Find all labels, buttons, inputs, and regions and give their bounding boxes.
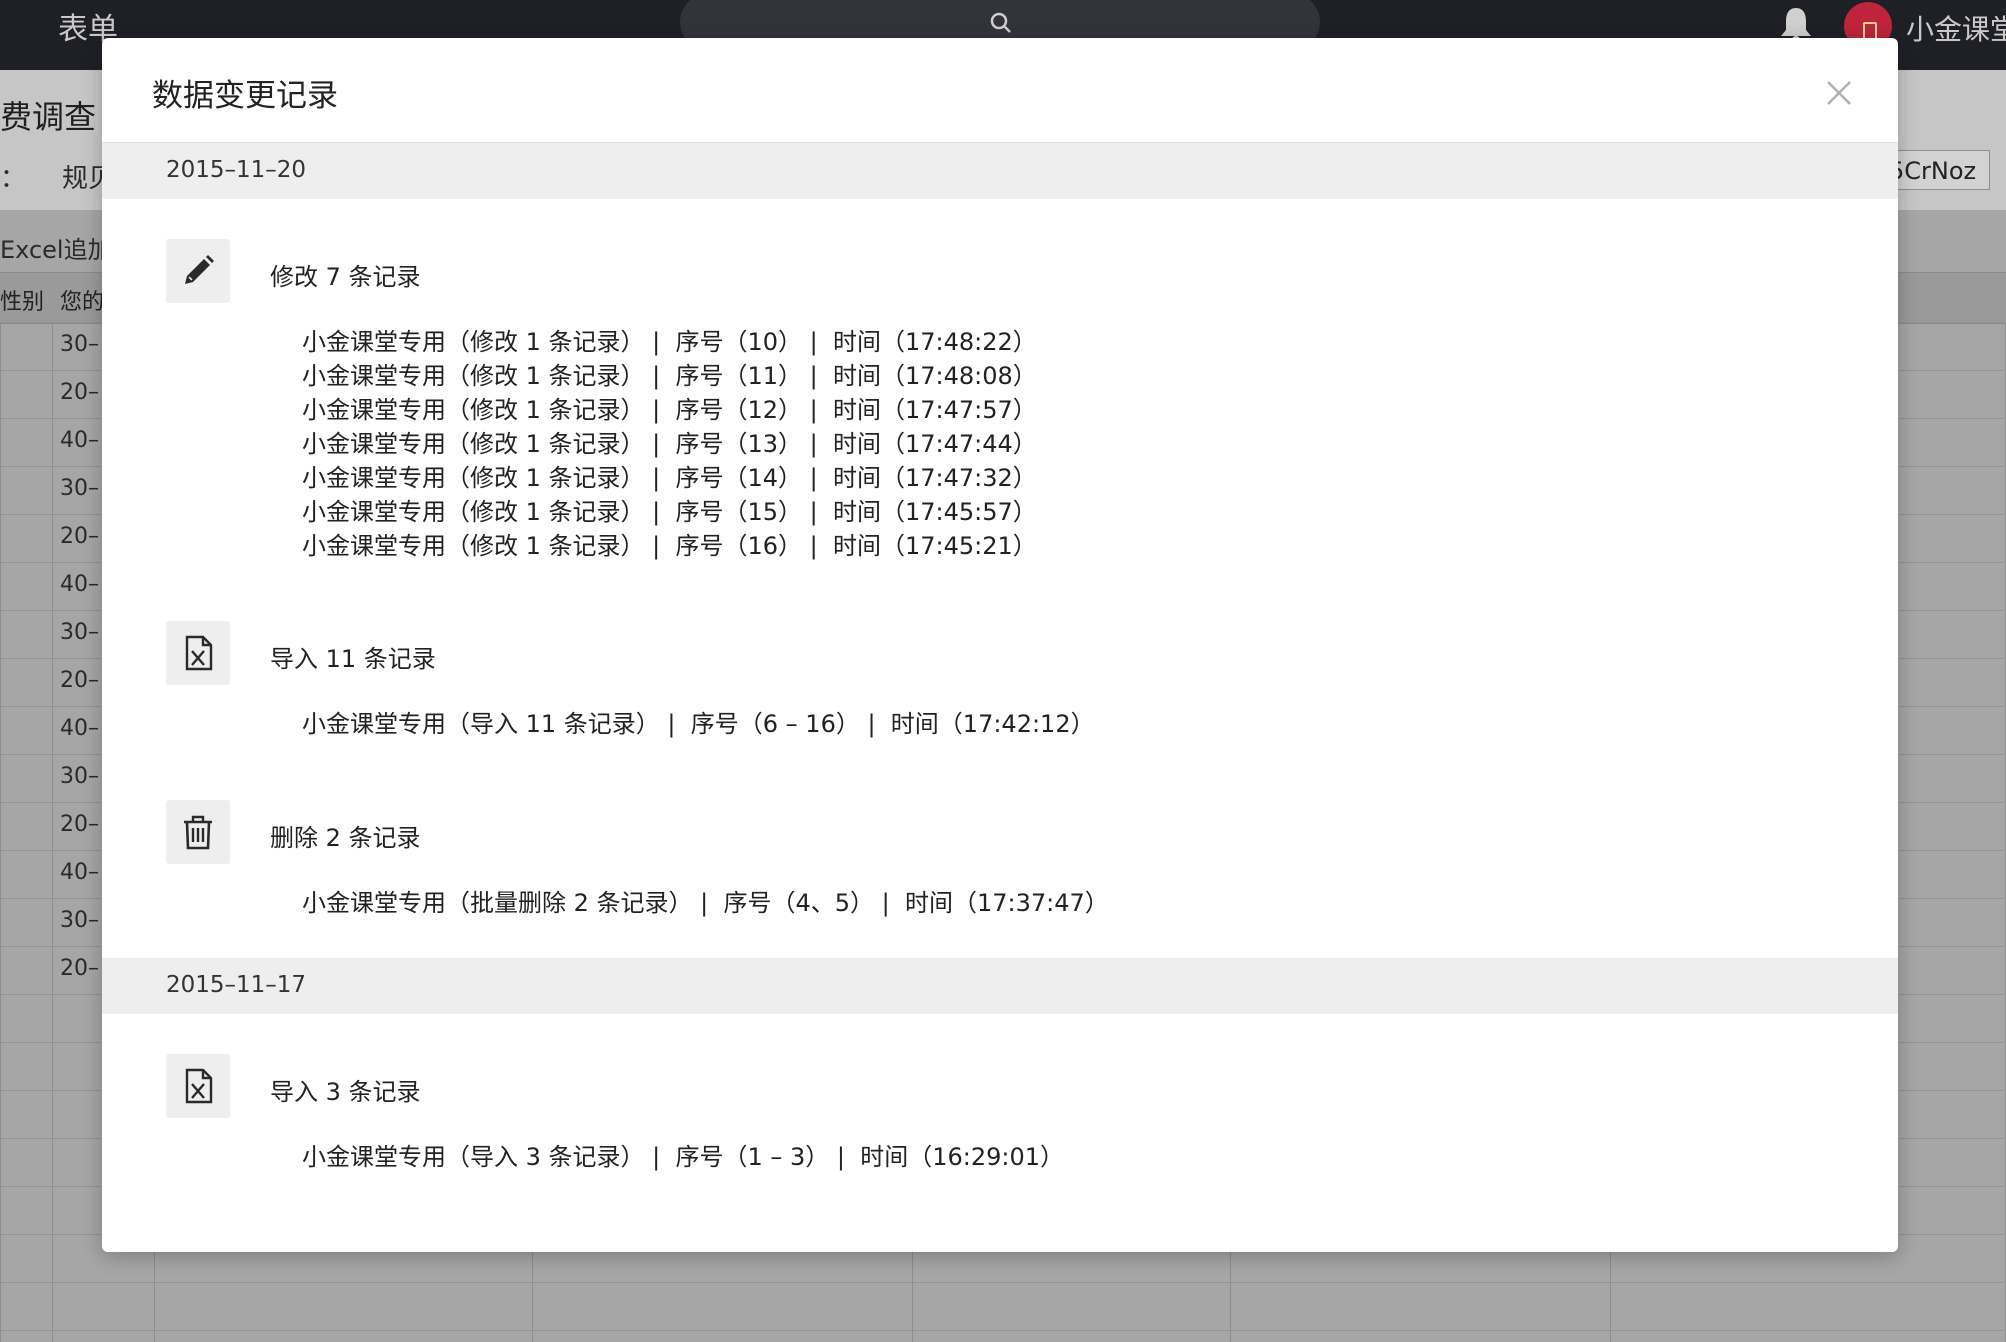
- modal-title: 数据变更记录: [152, 78, 338, 114]
- table-cell[interactable]: 40–: [60, 860, 99, 885]
- date-divider: 2015–11–17: [102, 958, 1898, 1014]
- change-record-list: 小金课堂专用（修改 1 条记录） | 序号（10） | 时间（17:48:22）…: [302, 325, 1037, 563]
- table-cell[interactable]: 20–: [60, 524, 99, 549]
- close-icon[interactable]: [1824, 78, 1854, 108]
- grid-column-line: [52, 322, 53, 1342]
- table-cell[interactable]: 30–: [60, 764, 99, 789]
- table-cell[interactable]: 40–: [60, 572, 99, 597]
- table-cell[interactable]: 40–: [60, 428, 99, 453]
- excel-file-icon: [185, 635, 213, 671]
- data-change-log-modal: 数据变更记录 2015–11–20 修改 7 条记录 小金课堂专用（修改 1 条…: [102, 38, 1898, 1252]
- table-cell[interactable]: 20–: [60, 956, 99, 981]
- edit-type-badge: [166, 239, 230, 303]
- change-record-row: 小金课堂专用（修改 1 条记录） | 序号（10） | 时间（17:48:22）: [302, 328, 1037, 356]
- change-record-row: 小金课堂专用（修改 1 条记录） | 序号（15） | 时间（17:45:57）: [302, 498, 1037, 526]
- table-cell[interactable]: 20–: [60, 668, 99, 693]
- change-record-row: 小金课堂专用（导入 3 条记录） | 序号（1 – 3） | 时间（16:29:…: [302, 1143, 1065, 1171]
- table-cell[interactable]: 40–: [60, 716, 99, 741]
- grid-row-line: [0, 1282, 2006, 1283]
- import-type-badge: [166, 621, 230, 685]
- excel-file-icon: [185, 1068, 213, 1104]
- table-cell[interactable]: 30–: [60, 620, 99, 645]
- pencil-icon: [185, 255, 214, 284]
- date-divider: 2015–11–20: [102, 143, 1898, 199]
- table-column-header[interactable]: 性别: [0, 284, 44, 316]
- table-cell[interactable]: 20–: [60, 380, 99, 405]
- delete-type-badge: [166, 800, 230, 864]
- change-record-row: 小金课堂专用（修改 1 条记录） | 序号（12） | 时间（17:47:57）: [302, 396, 1037, 424]
- excel-append-button[interactable]: Excel追加: [0, 230, 112, 265]
- change-group-title: 删除 2 条记录: [270, 824, 421, 852]
- change-record-row: 小金课堂专用（批量删除 2 条记录） | 序号（4、5） | 时间（17:37:…: [302, 889, 1109, 917]
- date-label: 2015–11–20: [166, 157, 307, 183]
- date-label: 2015–11–17: [166, 972, 307, 998]
- table-column-header[interactable]: 您的: [60, 284, 104, 316]
- change-record-row: 小金课堂专用（修改 1 条记录） | 序号（16） | 时间（17:45:21）: [302, 532, 1037, 560]
- import-type-badge: [166, 1054, 230, 1118]
- grid-column-line: [0, 322, 1, 1342]
- trash-icon: [184, 815, 212, 850]
- change-group-title: 修改 7 条记录: [270, 263, 421, 291]
- form-tab-cut[interactable]: ：: [0, 158, 26, 195]
- search-icon: [990, 12, 1011, 33]
- username-label[interactable]: 小金课堂: [1906, 8, 2006, 48]
- change-record-list: 小金课堂专用（导入 11 条记录） | 序号（6 – 16） | 时间（17:4…: [302, 707, 1095, 741]
- table-cell[interactable]: 30–: [60, 332, 99, 357]
- change-group-title: 导入 3 条记录: [270, 1078, 421, 1106]
- modal-header: 数据变更记录: [102, 38, 1898, 144]
- table-cell[interactable]: 30–: [60, 908, 99, 933]
- grid-row-line: [0, 1330, 2006, 1331]
- change-record-row: 小金课堂专用（修改 1 条记录） | 序号（11） | 时间（17:48:08）: [302, 362, 1037, 390]
- table-cell[interactable]: 20–: [60, 812, 99, 837]
- form-title: 费调查: [0, 98, 97, 136]
- change-record-row: 小金课堂专用（导入 11 条记录） | 序号（6 – 16） | 时间（17:4…: [302, 710, 1095, 738]
- change-record-row: 小金课堂专用（修改 1 条记录） | 序号（14） | 时间（17:47:32）: [302, 464, 1037, 492]
- change-group-title: 导入 11 条记录: [270, 645, 436, 673]
- change-record-row: 小金课堂专用（修改 1 条记录） | 序号（13） | 时间（17:47:44）: [302, 430, 1037, 458]
- table-cell[interactable]: 30–: [60, 476, 99, 501]
- change-record-list: 小金课堂专用（导入 3 条记录） | 序号（1 – 3） | 时间（16:29:…: [302, 1140, 1064, 1174]
- change-record-list: 小金课堂专用（批量删除 2 条记录） | 序号（4、5） | 时间（17:37:…: [302, 886, 1109, 920]
